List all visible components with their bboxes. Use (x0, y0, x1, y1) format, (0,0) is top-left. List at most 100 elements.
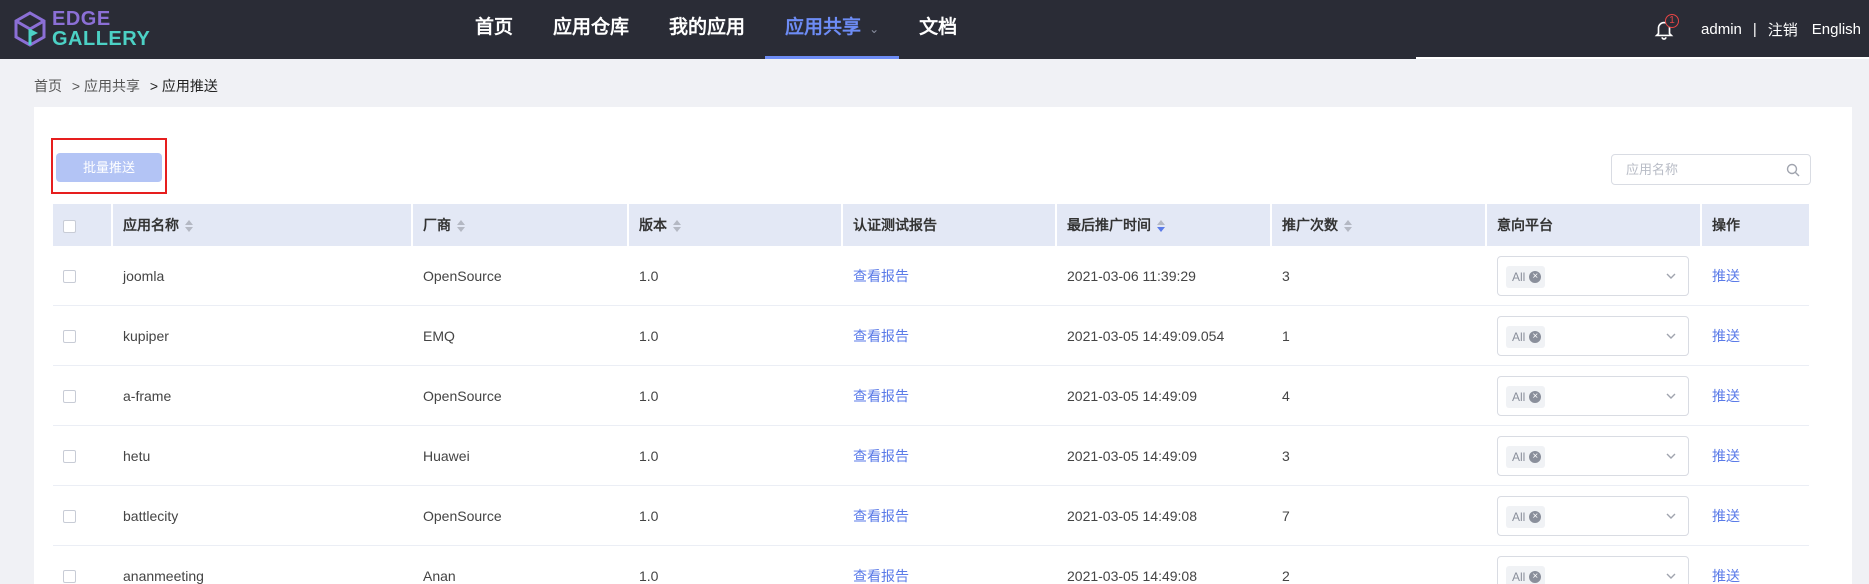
action-cell: 推送 (1702, 246, 1809, 306)
batch-push-button[interactable]: 批量推送 (56, 153, 162, 182)
table-row: joomla OpenSource 1.0 查看报告 2021-03-06 11:39:… (53, 246, 1809, 306)
table-row: hetu Huawei 1.0 查看报告 2021-03-05 14:49:09 3 All… (53, 426, 1809, 486)
app-push-table: 应用名称 厂商 版本 认证测试报告 最后推广时间 推广次数 意向平台 操作 jo… (53, 204, 1809, 584)
chevron-down-icon (1666, 453, 1676, 459)
platform-cell: All × (1487, 426, 1702, 486)
notification-bell-icon[interactable]: 1 (1653, 13, 1680, 42)
chevron-down-icon (1666, 393, 1676, 399)
count-cell: 1 (1272, 306, 1487, 366)
vendor-cell: Huawei (413, 426, 629, 486)
push-link[interactable]: 推送 (1712, 388, 1740, 404)
logout-link[interactable]: 注销 (1768, 19, 1798, 40)
platform-tag: All × (1506, 565, 1546, 584)
breadcrumb-current: > 应用推送 (149, 78, 218, 94)
select-all-cell (53, 204, 113, 246)
view-report-link[interactable]: 查看报告 (853, 328, 909, 344)
platform-select[interactable]: All × (1497, 255, 1689, 296)
chevron-down-icon (1666, 333, 1676, 339)
push-link[interactable]: 推送 (1712, 328, 1740, 344)
breadcrumb-app-share[interactable]: > 应用共享 (72, 78, 140, 94)
platform-cell: All × (1487, 246, 1702, 306)
nav-item-app-store[interactable]: 应用仓库 (533, 0, 649, 59)
row-checkbox[interactable] (63, 330, 76, 344)
row-select-cell (53, 426, 113, 486)
push-link[interactable]: 推送 (1712, 268, 1740, 284)
tag-close-icon[interactable]: × (1529, 510, 1542, 523)
vendor-cell: Anan (413, 546, 629, 584)
app-name-cell: kupiper (113, 306, 413, 366)
search-icon[interactable] (1786, 163, 1800, 177)
push-link[interactable]: 推送 (1712, 508, 1740, 524)
breadcrumb-home[interactable]: 首页 (34, 78, 62, 94)
tag-close-icon[interactable]: × (1529, 270, 1542, 283)
highlight-box: 批量推送 (51, 138, 167, 194)
sort-icon[interactable] (1344, 220, 1352, 233)
version-cell: 1.0 (629, 306, 843, 366)
sort-desc-icon[interactable] (1157, 220, 1165, 233)
user-name[interactable]: admin (1701, 21, 1742, 38)
row-checkbox[interactable] (63, 390, 76, 404)
search-input[interactable] (1612, 155, 1772, 184)
platform-cell: All × (1487, 306, 1702, 366)
push-link[interactable]: 推送 (1712, 568, 1740, 584)
version-cell: 1.0 (629, 546, 843, 584)
tag-close-icon[interactable]: × (1529, 570, 1542, 583)
chevron-down-icon: ⌄ (869, 22, 880, 36)
col-header-app-name[interactable]: 应用名称 (113, 204, 413, 246)
view-report-link[interactable]: 查看报告 (853, 448, 909, 464)
view-report-link[interactable]: 查看报告 (853, 388, 909, 404)
row-select-cell (53, 486, 113, 546)
language-switch[interactable]: English (1812, 21, 1861, 38)
col-header-count[interactable]: 推广次数 (1272, 204, 1487, 246)
tag-close-icon[interactable]: × (1529, 450, 1542, 463)
report-cell: 查看报告 (843, 426, 1057, 486)
tag-close-icon[interactable]: × (1529, 390, 1542, 403)
vendor-cell: OpenSource (413, 366, 629, 426)
select-all-checkbox[interactable] (63, 219, 76, 233)
report-cell: 查看报告 (843, 546, 1057, 584)
view-report-link[interactable]: 查看报告 (853, 508, 909, 524)
row-checkbox[interactable] (63, 570, 76, 584)
platform-select[interactable]: All × (1497, 435, 1689, 476)
chevron-down-icon (1666, 573, 1676, 579)
action-cell: 推送 (1702, 426, 1809, 486)
table-row: kupiper EMQ 1.0 查看报告 2021-03-05 14:49:09.054… (53, 306, 1809, 366)
platform-select[interactable]: All × (1497, 555, 1689, 584)
row-checkbox[interactable] (63, 270, 76, 284)
col-header-vendor[interactable]: 厂商 (413, 204, 629, 246)
app-name-cell: battlecity (113, 486, 413, 546)
row-checkbox[interactable] (63, 450, 76, 464)
col-header-version[interactable]: 版本 (629, 204, 843, 246)
sort-icon[interactable] (185, 220, 193, 233)
platform-select[interactable]: All × (1497, 495, 1689, 536)
row-select-cell (53, 246, 113, 306)
platform-cell: All × (1487, 486, 1702, 546)
logo[interactable]: EDGE GALLERY (14, 8, 150, 50)
table-row: ananmeeting Anan 1.0 查看报告 2021-03-05 14:49:0… (53, 546, 1809, 584)
separator: | (1752, 21, 1757, 38)
nav-item-my-apps[interactable]: 我的应用 (649, 0, 765, 59)
nav-item-app-share[interactable]: 应用共享 ⌄ (765, 0, 900, 59)
count-cell: 3 (1272, 246, 1487, 306)
view-report-link[interactable]: 查看报告 (853, 268, 909, 284)
platform-select[interactable]: All × (1497, 375, 1689, 416)
push-link[interactable]: 推送 (1712, 448, 1740, 464)
sort-icon[interactable] (673, 220, 681, 233)
col-header-last-time[interactable]: 最后推广时间 (1057, 204, 1272, 246)
nav-item-docs[interactable]: 文档 (899, 0, 977, 59)
platform-select[interactable]: All × (1497, 315, 1689, 356)
report-cell: 查看报告 (843, 306, 1057, 366)
search-box[interactable] (1611, 154, 1811, 185)
view-report-link[interactable]: 查看报告 (853, 568, 909, 584)
main-nav: 首页 应用仓库 我的应用 应用共享 ⌄ 文档 (455, 0, 977, 59)
last-time-cell: 2021-03-05 14:49:09.054 (1057, 306, 1272, 366)
breadcrumb: 首页 > 应用共享 > 应用推送 (34, 76, 224, 96)
sort-icon[interactable] (457, 220, 465, 233)
nav-item-home[interactable]: 首页 (455, 0, 533, 59)
row-checkbox[interactable] (63, 510, 76, 524)
platform-cell: All × (1487, 546, 1702, 584)
col-header-report: 认证测试报告 (843, 204, 1057, 246)
tag-close-icon[interactable]: × (1529, 330, 1542, 343)
chevron-down-icon (1666, 513, 1676, 519)
platform-tag: All × (1506, 505, 1546, 528)
